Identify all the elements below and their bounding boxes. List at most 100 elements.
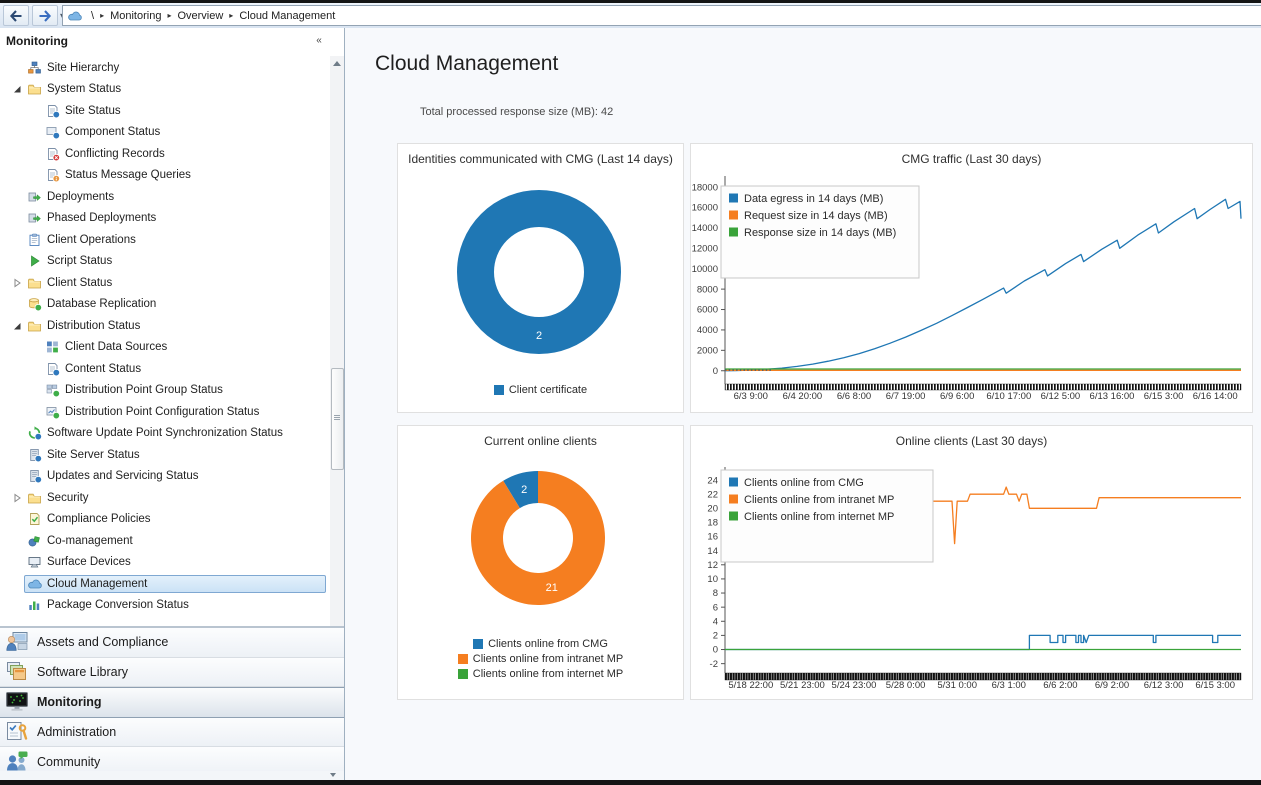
compliance-policies-icon [27,512,42,526]
svg-text:Data egress in 14 days (MB): Data egress in 14 days (MB) [744,193,883,205]
breadcrumb-segment-root[interactable]: \ [87,10,98,22]
sidebar-item-software-update-point-synchronization-status[interactable]: Software Update Point Synchronization St… [10,423,330,445]
expand-node-icon[interactable] [10,277,24,289]
workspace-monitoring[interactable]: Monitoring [0,687,344,718]
administration-icon [5,720,29,744]
sidebar-item-client-data-sources[interactable]: Client Data Sources [28,337,330,359]
sidebar-item-distribution-point-configuration-status[interactable]: Distribution Point Configuration Status [28,401,330,423]
sidebar-item-label: Distribution Point Configuration Status [65,405,260,418]
collapse-node-icon[interactable] [10,83,24,95]
sidebar-item-distribution-status[interactable]: Distribution Status [10,315,330,337]
back-button[interactable] [3,5,29,26]
sidebar-item-label: Security [47,491,89,504]
sidebar-item-status-message-queries[interactable]: Status Message Queries [28,165,330,187]
sidebar-item-client-status[interactable]: Client Status [10,272,330,294]
sidebar-item-content-status[interactable]: Content Status [28,358,330,380]
chart-legend: Clients online from CMG Clients online fr… [398,638,683,680]
sidebar-item-deployments[interactable]: Deployments [10,186,330,208]
svg-text:14: 14 [707,546,718,557]
svg-text:2: 2 [521,484,527,496]
workspace-assets-and-compliance[interactable]: Assets and Compliance [0,628,344,658]
monitoring-tree: Site Hierarchy System Status Site Status Co… [0,57,330,616]
phased-deployments-icon [27,211,42,225]
svg-text:10000: 10000 [692,264,718,275]
svg-text:18000: 18000 [692,182,718,193]
sidebar-item-label: Content Status [65,362,142,375]
sidebar-item-surface-devices[interactable]: Surface Devices [10,552,330,574]
sidebar-item-phased-deployments[interactable]: Phased Deployments [10,208,330,230]
client-data-sources-icon [45,340,60,354]
collapse-node-icon[interactable] [10,320,24,332]
svg-text:21: 21 [546,582,558,594]
svg-text:6/4 20:00: 6/4 20:00 [783,391,823,402]
expand-node-icon[interactable] [10,492,24,504]
breadcrumb-separator-icon: ▸ [167,11,172,20]
sidebar-item-conflicting-records[interactable]: Conflicting Records [28,143,330,165]
svg-text:2: 2 [536,330,542,342]
sidebar-item-system-status[interactable]: System Status [10,79,330,101]
sidebar-item-client-operations[interactable]: Client Operations [10,229,330,251]
donut-chart-online-clients: 2 21 [471,471,605,605]
svg-text:Response size in 14 days (MB): Response size in 14 days (MB) [744,227,896,239]
pane-header: Monitoring « [0,28,344,55]
chart-title: Identities communicated with CMG (Last 1… [408,152,673,166]
scroll-up-icon[interactable] [330,56,344,70]
workspace-administration[interactable]: Administration [0,717,344,748]
pane-title: Monitoring [6,34,68,48]
svg-text:6/6 2:00: 6/6 2:00 [1043,680,1077,691]
breadcrumb-segment-overview[interactable]: Overview [173,10,227,22]
svg-text:5/24 23:00: 5/24 23:00 [832,680,877,691]
workspace-label: Monitoring [37,695,102,710]
workspace-label: Assets and Compliance [37,635,169,650]
sidebar-item-security[interactable]: Security [10,487,330,509]
svg-text:Clients online from internet M: Clients online from internet MP [744,511,894,523]
sidebar-item-component-status[interactable]: Component Status [28,122,330,144]
breadcrumb-segment-monitoring[interactable]: Monitoring [106,10,165,22]
sidebar-item-compliance-policies[interactable]: Compliance Policies [10,509,330,531]
breadcrumb-separator-icon: ▸ [100,11,105,20]
sidebar-item-database-replication[interactable]: Database Replication [10,294,330,316]
conflicting-records-icon [45,147,60,161]
svg-text:6/16 14:00: 6/16 14:00 [1193,391,1238,402]
collapse-pane-icon[interactable]: « [312,33,326,47]
sidebar-item-distribution-point-group-status[interactable]: Distribution Point Group Status [28,380,330,402]
sidebar-item-label: Compliance Policies [47,513,151,526]
tree-scrollbar[interactable] [330,56,344,652]
sidebar-item-script-status[interactable]: Script Status [10,251,330,273]
monitoring-icon [5,690,29,714]
scrollbar-thumb[interactable] [331,368,344,470]
legend-label: Clients online from CMG [488,638,608,650]
sidebar-item-updates-and-servicing-status[interactable]: Updates and Servicing Status [10,466,330,488]
svg-text:5/21 23:00: 5/21 23:00 [780,680,825,691]
svg-text:-2: -2 [710,659,718,670]
sidebar-item-label: Distribution Point Group Status [65,384,223,397]
legend-entry: Clients online from intranet MP [457,653,623,665]
sidebar-item-site-server-status[interactable]: Site Server Status [10,444,330,466]
breadcrumb-segment-cloud-management[interactable]: Cloud Management [235,10,339,22]
sidebar-item-site-status[interactable]: Site Status [28,100,330,122]
legend-swatch [457,669,468,679]
sidebar-item-co-management[interactable]: Co-management [10,530,330,552]
configure-workspaces-icon[interactable] [330,773,336,777]
forward-button[interactable] [32,5,58,26]
workspace-buttons: Assets and Compliance Software Library Mon… [0,628,344,777]
sidebar-item-label: Site Hierarchy [47,61,120,74]
site-status-icon [45,104,60,118]
svg-text:16000: 16000 [692,203,718,214]
legend-label: Client certificate [508,384,588,396]
sidebar-item-site-hierarchy[interactable]: Site Hierarchy [10,57,330,79]
stat-total-response: Total processed response size (MB): 42 [420,106,614,118]
workspace-software-library[interactable]: Software Library [0,657,344,688]
database-replication-icon [27,297,42,312]
sidebar-item-package-conversion-status[interactable]: Package Conversion Status [10,595,330,617]
sidebar-item-cloud-management[interactable]: Cloud Management [10,573,330,595]
sidebar-item-label: Status Message Queries [65,169,191,182]
